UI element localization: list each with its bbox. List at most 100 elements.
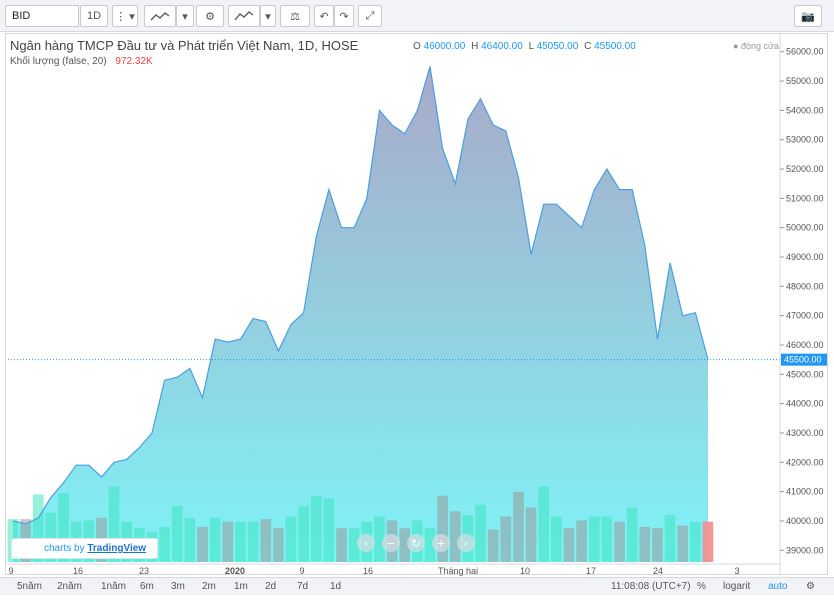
volume-bar — [285, 516, 297, 562]
low-label: L — [528, 41, 534, 52]
volume-bar — [500, 516, 512, 562]
timestamp: 11:08:08 (UTC+7) — [611, 581, 691, 592]
y-tick-label: 54000.00 — [786, 105, 824, 115]
volume-bar — [171, 506, 183, 562]
volume-bar — [614, 521, 625, 562]
closing-status: ● đóng cửa — [733, 41, 779, 51]
open-value: 46000.00 — [423, 41, 466, 52]
x-tick-label: 16 — [73, 566, 83, 576]
volume-label: Khối lượng (false, 20) — [10, 56, 107, 67]
volume-bar — [551, 516, 562, 562]
x-tick-label: 3 — [734, 566, 739, 576]
nav-glyph: ‹ — [364, 537, 368, 550]
range-button-1m[interactable]: 1m — [234, 581, 248, 592]
x-tick-label: 9 — [299, 566, 304, 576]
x-tick-label: 24 — [653, 566, 663, 576]
volume-bar — [626, 507, 638, 562]
low-value: 45050.00 — [536, 41, 579, 52]
nav-glyph: − — [386, 537, 395, 550]
volume-bar — [513, 491, 524, 562]
high-value: 46400.00 — [481, 41, 523, 52]
range-button-2d[interactable]: 2d — [265, 581, 276, 592]
range-button-1d[interactable]: 1d — [330, 581, 341, 592]
y-tick-label: 48000.00 — [786, 281, 824, 291]
x-tick-label: 9 — [8, 566, 13, 576]
volume-bar — [159, 526, 170, 562]
nav-glyph: + — [436, 537, 445, 550]
volume-bar — [487, 529, 499, 562]
range-button-3m[interactable]: 3m — [171, 581, 185, 592]
y-tick-label: 40000.00 — [786, 516, 824, 526]
badge-prefix: charts by — [44, 543, 85, 554]
range-button-6m[interactable]: 6m — [140, 581, 154, 592]
y-tick-label: 43000.00 — [786, 428, 824, 438]
high-label: H — [471, 41, 479, 52]
symbol-title: Ngân hàng TMCP Đầu tư và Phát triển Việt… — [10, 38, 359, 53]
volume-bar — [298, 506, 309, 562]
y-tick-label: 55000.00 — [786, 76, 824, 86]
range-button-5năm[interactable]: 5năm — [17, 581, 42, 592]
volume-bar — [639, 526, 651, 562]
last-price-label: 45500.00 — [784, 355, 822, 365]
volume-bar — [538, 486, 550, 562]
nav-glyph: ↻ — [411, 537, 420, 550]
volume-bar — [222, 521, 234, 562]
auto-toggle[interactable]: auto — [768, 581, 787, 592]
x-tick-label: Tháng hai — [438, 566, 478, 576]
y-tick-label: 44000.00 — [786, 399, 824, 409]
y-tick-label: 53000.00 — [786, 135, 824, 145]
y-tick-label: 49000.00 — [786, 252, 824, 262]
gear-icon[interactable]: ⚙ — [806, 581, 815, 592]
volume-bar — [437, 495, 448, 562]
range-button-2năm[interactable]: 2năm — [57, 581, 82, 592]
tradingview-badge[interactable]: charts by TradingView — [11, 538, 158, 559]
volume-bar — [209, 517, 221, 562]
volume-bar — [563, 528, 575, 562]
x-tick-label: 10 — [520, 566, 530, 576]
open-label: O — [413, 41, 421, 52]
volume-bar — [235, 521, 246, 562]
close-value: 45500.00 — [594, 41, 636, 52]
volume-bar — [576, 520, 587, 562]
volume-bar — [652, 528, 663, 562]
volume-bar — [664, 515, 676, 562]
volume-bar — [588, 516, 600, 562]
y-tick-label: 46000.00 — [786, 340, 824, 350]
chart-legend: Ngân hàng TMCP Đầu tư và Phát triển Việt… — [10, 38, 358, 53]
volume-bar — [197, 526, 208, 562]
x-tick-label: 17 — [586, 566, 596, 576]
volume-bar — [601, 516, 613, 562]
volume-bar — [273, 528, 284, 562]
volume-bar — [690, 521, 701, 562]
volume-bar — [184, 517, 196, 562]
closing-label: đóng cửa — [740, 41, 779, 51]
volume-bar — [677, 525, 689, 562]
volume-bar — [702, 521, 714, 562]
percent-toggle[interactable]: % — [697, 581, 706, 592]
volume-bar — [247, 521, 259, 562]
y-tick-label: 45000.00 — [786, 369, 824, 379]
x-tick-label: 2020 — [225, 566, 245, 576]
x-tick-label: 16 — [363, 566, 373, 576]
badge-brand[interactable]: TradingView — [87, 543, 146, 554]
volume-bar — [336, 528, 347, 562]
x-tick-label: 23 — [139, 566, 149, 576]
volume-bar — [525, 507, 537, 562]
range-button-1năm[interactable]: 1năm — [101, 581, 126, 592]
y-tick-label: 39000.00 — [786, 545, 824, 555]
log-toggle[interactable]: logarit — [723, 581, 750, 592]
ohlc-values: O 46000.00 H 46400.00 L 45050.00 C 45500… — [413, 41, 639, 52]
y-tick-label: 51000.00 — [786, 193, 824, 203]
volume-value: 972.32K — [115, 56, 153, 67]
volume-bar — [475, 504, 486, 562]
price-chart[interactable]: 56000.00 55000.00 54000.00 53000.00 52000.00… — [0, 0, 834, 605]
volume-bar — [449, 511, 461, 562]
y-tick-label: 47000.00 — [786, 311, 824, 321]
close-label: C — [584, 41, 592, 52]
range-button-2m[interactable]: 2m — [202, 581, 216, 592]
range-button-7d[interactable]: 7d — [297, 581, 308, 592]
y-tick-label: 52000.00 — [786, 164, 824, 174]
volume-bar — [310, 495, 322, 562]
y-tick-label: 41000.00 — [786, 487, 824, 497]
y-tick-label: 50000.00 — [786, 223, 824, 233]
